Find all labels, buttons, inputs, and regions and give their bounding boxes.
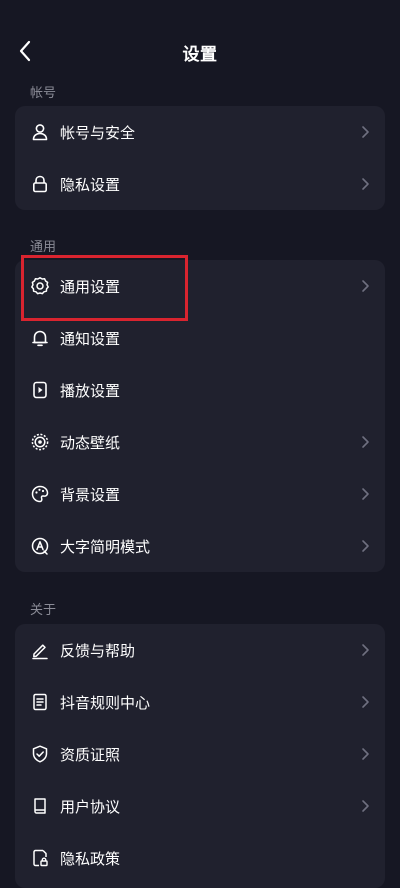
settings-row-label: 资质证照 (60, 745, 121, 764)
settings-row-label: 通用设置 (60, 277, 121, 296)
settings-row-label: 用户协议 (60, 797, 121, 816)
settings-row-feedback-help[interactable]: 反馈与帮助 (15, 624, 385, 676)
gear-icon (30, 276, 50, 296)
chevron-right-icon (362, 696, 369, 708)
bell-icon (30, 328, 50, 348)
settings-row-user-agreement[interactable]: 用户协议 (15, 780, 385, 832)
palette-icon (30, 484, 50, 504)
settings-row-large-font-mode[interactable]: 大字简明模式 (15, 520, 385, 572)
pen-icon (30, 640, 50, 660)
font-mode-icon (30, 536, 50, 556)
settings-row-qualifications[interactable]: 资质证照 (15, 728, 385, 780)
chevron-right-icon (362, 488, 369, 500)
chevron-right-icon (362, 178, 369, 190)
settings-page: 设置 帐号 帐号与安全 隐私设置 通用 通用设置 通知设置 播放设置 动态壁纸 … (0, 0, 400, 888)
wallpaper-icon (30, 432, 50, 452)
chevron-right-icon (362, 540, 369, 552)
chevron-right-icon (362, 280, 369, 292)
header: 设置 (0, 0, 400, 100)
lock-icon (30, 174, 50, 194)
chevron-right-icon (362, 644, 369, 656)
page-title: 设置 (182, 45, 218, 65)
settings-row-notification-settings[interactable]: 通知设置 (15, 312, 385, 364)
settings-row-rules-center[interactable]: 抖音规则中心 (15, 676, 385, 728)
section-label-account: 帐号 (30, 86, 57, 101)
section-label-about: 关于 (30, 603, 57, 618)
chevron-right-icon (362, 800, 369, 812)
general-card: 通用设置 通知设置 播放设置 动态壁纸 背景设置 大字简明模式 (15, 260, 385, 572)
settings-row-label: 大字简明模式 (60, 537, 151, 556)
settings-row-label: 播放设置 (60, 381, 121, 400)
settings-row-label: 反馈与帮助 (60, 641, 136, 660)
shield-check-icon (30, 744, 50, 764)
settings-row-general-settings[interactable]: 通用设置 (15, 260, 385, 312)
chevron-right-icon (362, 436, 369, 448)
settings-row-account-security[interactable]: 帐号与安全 (15, 106, 385, 158)
play-settings-icon (30, 380, 50, 400)
settings-row-label: 帐号与安全 (60, 123, 136, 142)
settings-row-live-wallpaper[interactable]: 动态壁纸 (15, 416, 385, 468)
settings-row-background-settings[interactable]: 背景设置 (15, 468, 385, 520)
settings-row-label: 隐私政策 (60, 849, 121, 868)
about-card: 反馈与帮助 抖音规则中心 资质证照 用户协议 隐私政策 (15, 624, 385, 888)
settings-row-label: 隐私设置 (60, 175, 121, 194)
section-label-general: 通用 (30, 240, 57, 255)
settings-row-playback-settings[interactable]: 播放设置 (15, 364, 385, 416)
chevron-right-icon (362, 748, 369, 760)
settings-row-privacy-policy[interactable]: 隐私政策 (15, 832, 385, 884)
settings-row-label: 抖音规则中心 (60, 693, 151, 712)
settings-row-label: 背景设置 (60, 485, 121, 504)
chevron-right-icon (362, 126, 369, 138)
settings-row-label: 动态壁纸 (60, 433, 121, 452)
book-icon (30, 796, 50, 816)
settings-row-privacy-settings[interactable]: 隐私设置 (15, 158, 385, 210)
user-icon (30, 122, 50, 142)
account-card: 帐号与安全 隐私设置 (15, 106, 385, 210)
settings-row-label: 通知设置 (60, 329, 121, 348)
privacy-doc-icon (30, 848, 50, 868)
document-icon (30, 692, 50, 712)
